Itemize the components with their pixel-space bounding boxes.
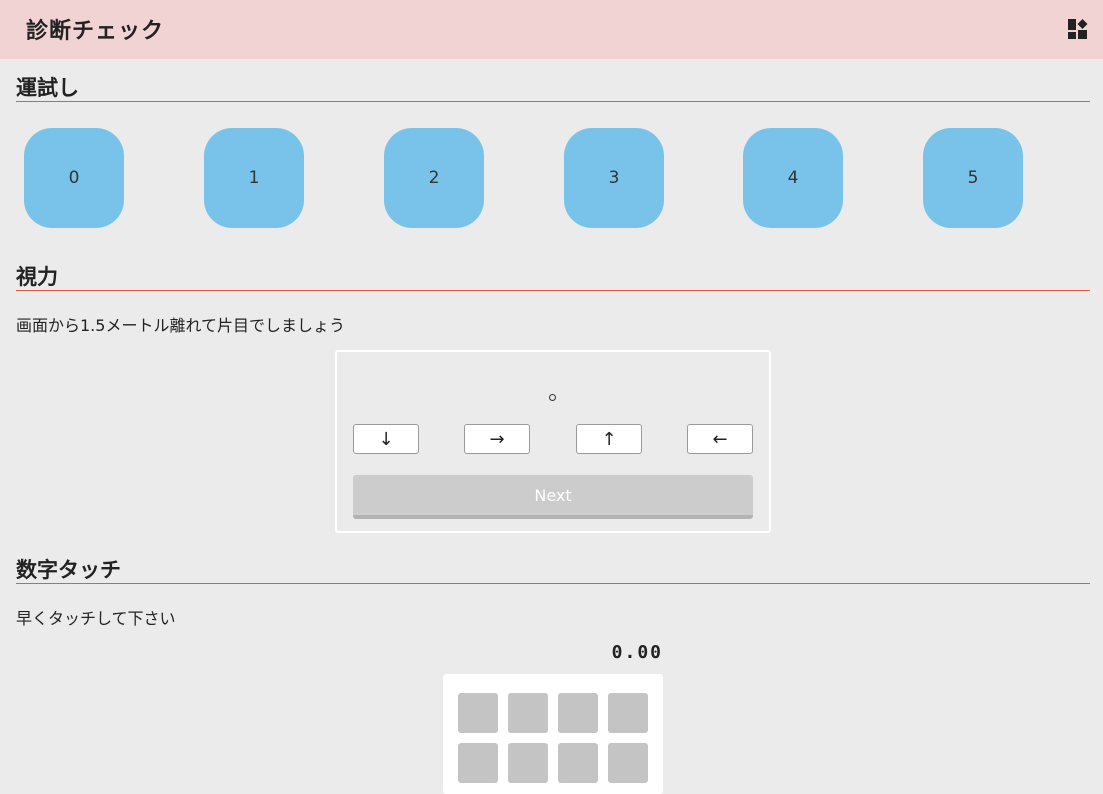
number-tile[interactable] (558, 743, 598, 783)
number-tile[interactable] (608, 743, 648, 783)
number-tile[interactable] (458, 743, 498, 783)
app-header: 診断チェック (0, 0, 1103, 59)
number-tile[interactable] (458, 693, 498, 733)
vision-description: 画面から1.5メートル離れて片目でしましょう (16, 316, 345, 335)
number-tile[interactable] (558, 693, 598, 733)
section-divider (16, 290, 1090, 291)
fortune-button-0[interactable]: 0 (24, 128, 124, 228)
timer-display: 0.00 (611, 642, 663, 663)
vision-section-title: 視力 (16, 265, 58, 289)
number-tile[interactable] (608, 693, 648, 733)
arrow-down-button[interactable]: ↓ (353, 424, 419, 454)
arrow-right-button[interactable]: → (464, 424, 530, 454)
fortune-button-1[interactable]: 1 (204, 128, 304, 228)
page-title: 診断チェック (26, 19, 165, 44)
landolt-ring-icon (549, 394, 556, 401)
section-divider (16, 583, 1090, 584)
number-touch-section-title: 数字タッチ (16, 558, 121, 582)
section-divider (16, 101, 1090, 102)
fortune-button-5[interactable]: 5 (923, 128, 1023, 228)
dashboard-shapes-icon[interactable] (1067, 18, 1089, 40)
next-button[interactable]: Next (353, 475, 753, 519)
number-tile[interactable] (508, 743, 548, 783)
fortune-section-title: 運試し (16, 76, 79, 100)
fortune-button-3[interactable]: 3 (564, 128, 664, 228)
arrow-up-button[interactable]: ↑ (576, 424, 642, 454)
fortune-button-2[interactable]: 2 (384, 128, 484, 228)
arrow-left-button[interactable]: ← (687, 424, 753, 454)
number-tile[interactable] (508, 693, 548, 733)
number-touch-description: 早くタッチして下さい (16, 609, 176, 628)
fortune-button-4[interactable]: 4 (743, 128, 843, 228)
